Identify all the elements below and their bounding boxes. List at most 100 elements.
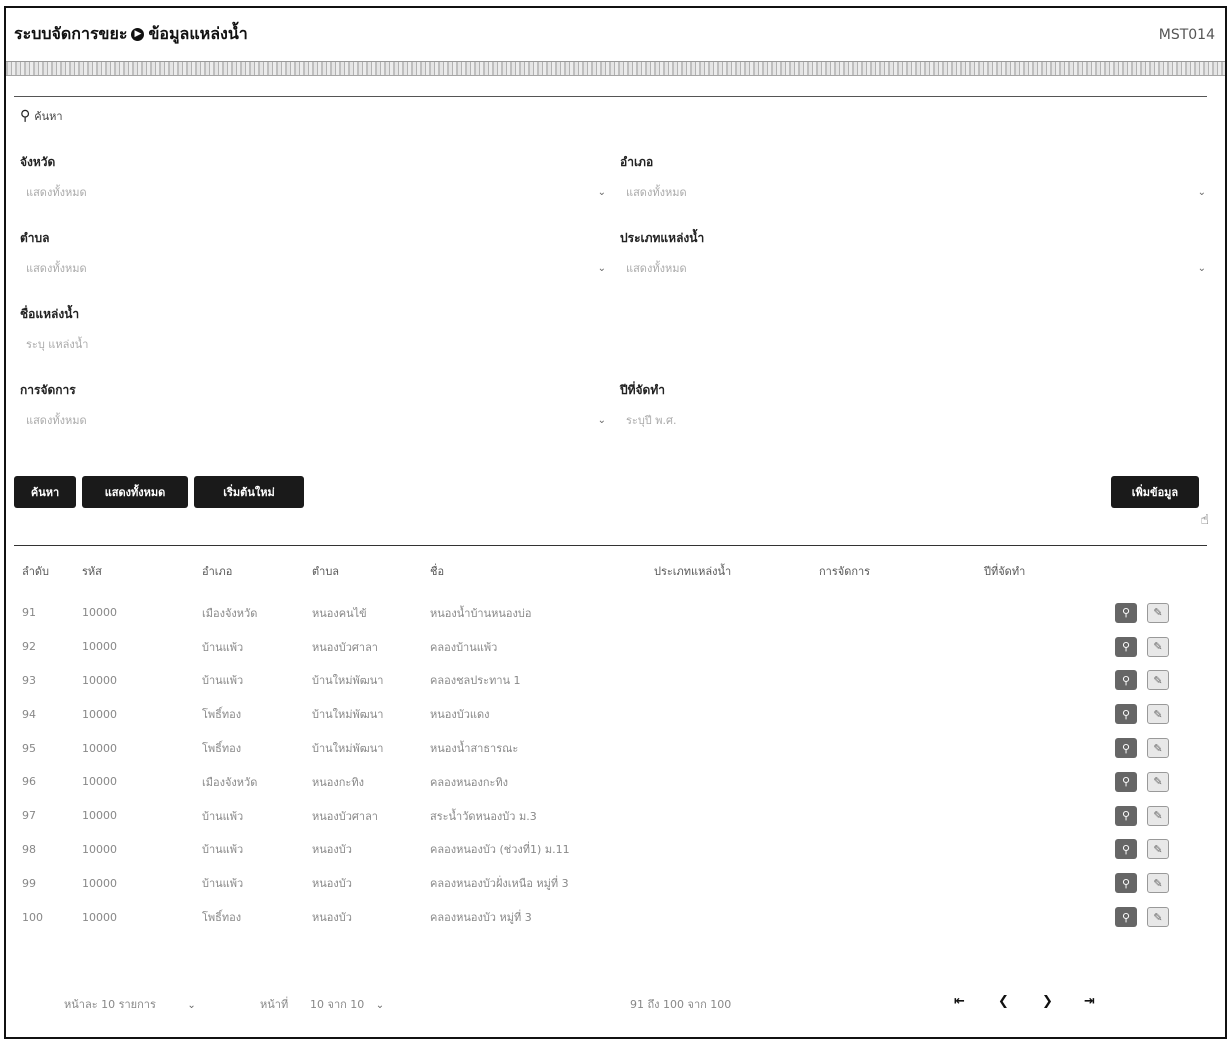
column-header-district[interactable]: อำเภอ [194, 546, 304, 596]
cell-empty [646, 765, 811, 799]
cell-subdistrict: บ้านใหม่พัฒนา [312, 708, 384, 722]
next-page-icon[interactable]: ❯ [1042, 994, 1053, 1009]
cell-empty [976, 596, 1076, 630]
cell-code: 10000 [82, 910, 117, 924]
page-title: ระบบจัดการขยะ ▶ ข้อมูลแหล่งน้ำ [14, 22, 248, 47]
cell-actions: ⚲ ✎ [1076, 664, 1207, 698]
cell-empty [646, 833, 811, 867]
show-all-button[interactable]: แสดงทั้งหมด [82, 476, 188, 508]
source-name-input[interactable]: ระบุ แหล่งน้ำ [20, 333, 610, 355]
search-button[interactable]: ค้นหา [14, 476, 76, 508]
source-type-select[interactable]: แสดงทั้งหมด ⌄ [620, 257, 1210, 279]
cell-subdistrict: หนองบัว [312, 911, 352, 925]
edit-button[interactable]: ✎ [1147, 602, 1169, 623]
cell-no: 97 [22, 809, 36, 823]
view-button[interactable]: ⚲ [1115, 907, 1137, 928]
year-input[interactable]: ระบุปี พ.ศ. [620, 409, 1210, 431]
management-select[interactable]: แสดงทั้งหมด ⌄ [20, 409, 610, 431]
province-field: จังหวัด แสดงทั้งหมด ⌄ [20, 153, 610, 203]
cell-actions: ⚲ ✎ [1076, 765, 1207, 799]
view-button[interactable]: ⚲ [1115, 805, 1137, 826]
subdistrict-value: แสดงทั้งหมด [26, 262, 87, 275]
cell-no: 93 [22, 673, 36, 687]
view-button[interactable]: ⚲ [1115, 704, 1137, 725]
column-header-source-type[interactable]: ประเภทแหล่งน้ำ [646, 546, 811, 596]
column-header-name[interactable]: ชื่อ [422, 546, 646, 596]
cell-empty [976, 664, 1076, 698]
view-button[interactable]: ⚲ [1115, 873, 1137, 894]
edit-icon: ✎ [1153, 673, 1163, 687]
add-record-button[interactable]: เพิ่มข้อมูล [1111, 476, 1199, 508]
edit-button[interactable]: ✎ [1147, 704, 1169, 725]
app-name: ระบบจัดการขยะ [14, 24, 128, 43]
subdistrict-select[interactable]: แสดงทั้งหมด ⌄ [20, 257, 610, 279]
cell-name: คลองชลประทาน 1 [430, 674, 521, 688]
cell-subdistrict: หนองบัวศาลา [312, 640, 378, 654]
management-value: แสดงทั้งหมด [26, 414, 87, 427]
table-header-row: ลำดับ รหัส อำเภอ ตำบล ชื่อ ประเภทแหล่งน้… [14, 546, 1207, 596]
search-panel: ⚲ ค้นหา จังหวัด แสดงทั้งหมด ⌄ อำเภอ แสดง… [14, 96, 1207, 536]
cell-code: 10000 [82, 741, 117, 755]
column-header-management[interactable]: การจัดการ [811, 546, 976, 596]
search-heading: ⚲ ค้นหา [20, 107, 63, 125]
cell-district: บ้านแพ้ว [202, 809, 244, 823]
chevron-down-icon: ⌄ [187, 1000, 196, 1011]
cell-subdistrict: บ้านใหม่พัฒนา [312, 674, 384, 688]
reset-button[interactable]: เริ่มต้นใหม่ [194, 476, 304, 508]
column-header-subdistrict[interactable]: ตำบล [304, 546, 422, 596]
view-button[interactable]: ⚲ [1115, 602, 1137, 623]
last-page-icon[interactable]: ⇥ [1084, 994, 1095, 1009]
row-actions: ⚲ ✎ [1084, 636, 1199, 657]
cell-empty [811, 596, 976, 630]
year-label: ปีที่จัดทำ [620, 383, 665, 397]
view-button[interactable]: ⚲ [1115, 636, 1137, 657]
cell-no: 96 [22, 775, 36, 789]
column-header-no[interactable]: ลำดับ [14, 546, 74, 596]
cell-empty [976, 765, 1076, 799]
section-separator-icon: ▶ [131, 28, 145, 41]
source-type-label: ประเภทแหล่งน้ำ [620, 231, 705, 245]
column-header-code[interactable]: รหัส [74, 546, 194, 596]
cell-code: 10000 [82, 775, 117, 789]
cell-empty [646, 731, 811, 765]
cell-empty [811, 765, 976, 799]
edit-button[interactable]: ✎ [1147, 873, 1169, 894]
row-actions: ⚲ ✎ [1084, 907, 1199, 928]
page-number-select[interactable]: 10 จาก 10 ⌄ [310, 995, 384, 1013]
view-button[interactable]: ⚲ [1115, 738, 1137, 759]
search-icon: ⚲ [1121, 673, 1131, 687]
cell-subdistrict: บ้านใหม่พัฒนา [312, 742, 384, 756]
row-actions: ⚲ ✎ [1084, 704, 1199, 725]
first-page-icon[interactable]: ⇤ [954, 994, 965, 1009]
cell-empty [811, 866, 976, 900]
chevron-down-icon: ⌄ [1197, 186, 1206, 198]
page-size-select[interactable]: หน้าละ 10 รายการ ⌄ [64, 995, 196, 1013]
view-button[interactable]: ⚲ [1115, 771, 1137, 792]
edit-button[interactable]: ✎ [1147, 636, 1169, 657]
view-button[interactable]: ⚲ [1115, 839, 1137, 860]
cell-empty [976, 900, 1076, 934]
cell-actions: ⚲ ✎ [1076, 799, 1207, 833]
previous-page-icon[interactable]: ❮ [998, 994, 1009, 1009]
district-select[interactable]: แสดงทั้งหมด ⌄ [620, 181, 1210, 203]
province-select[interactable]: แสดงทั้งหมด ⌄ [20, 181, 610, 203]
cell-name: สระน้ำวัดหนองบัว ม.3 [430, 809, 537, 823]
row-actions: ⚲ ✎ [1084, 805, 1199, 826]
province-value: แสดงทั้งหมด [26, 186, 87, 199]
edit-button[interactable]: ✎ [1147, 907, 1169, 928]
year-field: ปีที่จัดทำ ระบุปี พ.ศ. [620, 381, 1210, 431]
page-number-value: 10 จาก 10 [310, 998, 365, 1011]
edit-button[interactable]: ✎ [1147, 738, 1169, 759]
row-actions: ⚲ ✎ [1084, 771, 1199, 792]
cell-district: บ้านแพ้ว [202, 877, 244, 891]
table-row: 97 10000 บ้านแพ้ว หนองบัวศาลา สระน้ำวัดหนองบ… [14, 799, 1207, 833]
cell-district: บ้านแพ้ว [202, 674, 244, 688]
column-header-year[interactable]: ปีที่จัดทำ [976, 546, 1076, 596]
edit-button[interactable]: ✎ [1147, 805, 1169, 826]
view-button[interactable]: ⚲ [1115, 670, 1137, 691]
edit-button[interactable]: ✎ [1147, 670, 1169, 691]
cell-empty [811, 799, 976, 833]
edit-button[interactable]: ✎ [1147, 839, 1169, 860]
edit-button[interactable]: ✎ [1147, 771, 1169, 792]
search-icon: ⚲ [1121, 775, 1131, 789]
